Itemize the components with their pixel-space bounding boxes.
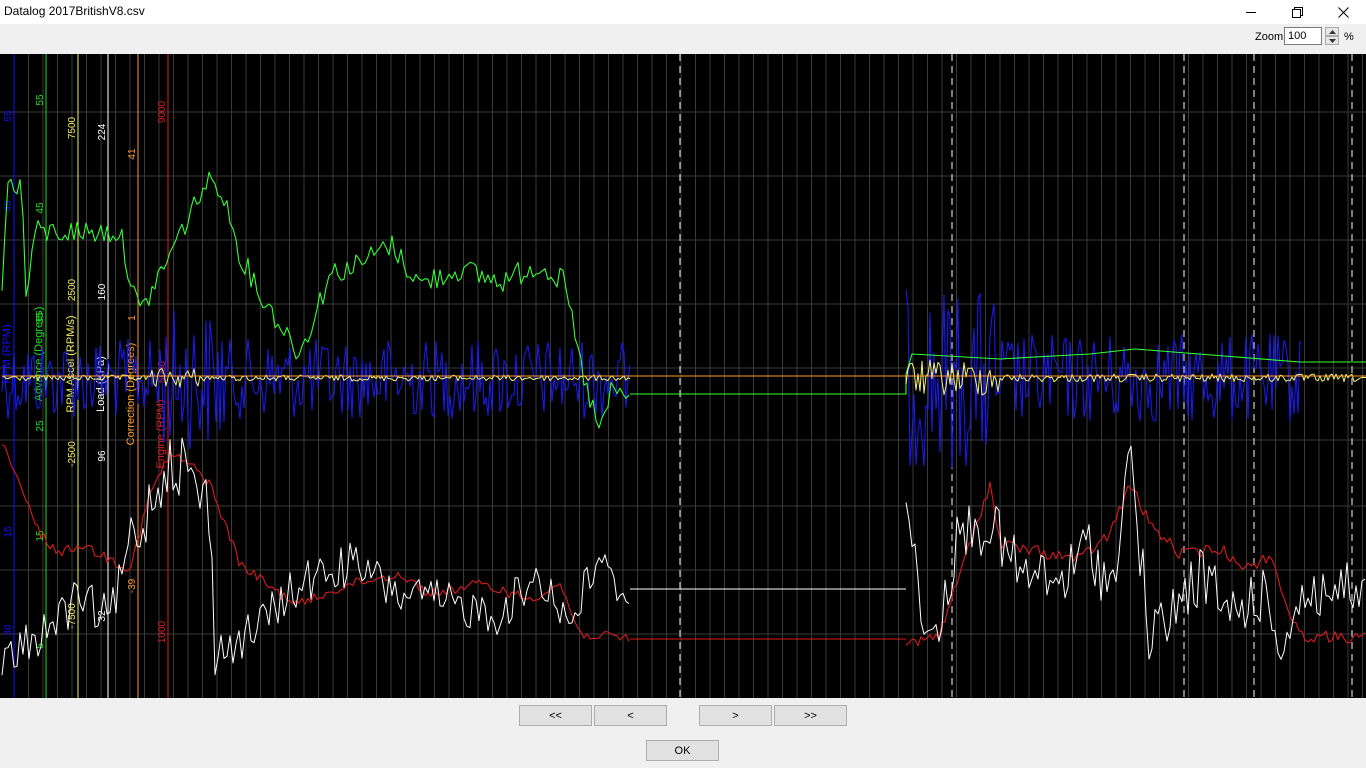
axis-tick-label: 15 [3,526,14,538]
axis-label: Advance (Degrees) [33,307,45,402]
axis-tick-label: 25 [35,420,46,432]
zoom-down-button[interactable] [1325,36,1339,45]
axis-tick-label: 7500 [67,116,78,139]
zoom-input[interactable] [1284,27,1322,45]
axis-tick-label: 30 [3,624,14,636]
chevron-down-icon [1328,38,1336,43]
restore-icon [1292,7,1303,18]
close-icon [1337,6,1349,18]
window-title: Datalog 2017BritishV8.csv [4,4,145,18]
title-bar: Datalog 2017BritishV8.csv [0,0,1366,24]
minimize-icon [1246,11,1256,13]
ok-button[interactable]: OK [646,740,719,761]
next-button[interactable]: > [699,705,772,726]
axis-tick-label: -39 [127,578,138,593]
axis-tick-label: 41 [127,148,138,160]
axis-tick-label: 45 [35,202,46,214]
last-page-button[interactable]: >> [774,705,847,726]
chevron-up-icon [1328,29,1336,34]
close-button[interactable] [1320,0,1366,24]
restore-button[interactable] [1274,0,1320,24]
axis-tick-label: 224 [97,123,108,140]
axis-tick-label: 160 [97,283,108,300]
axis-tick-label: 1 [127,315,138,321]
series-advance [1,171,1366,429]
zoom-spinner[interactable] [1325,27,1339,45]
axis-tick-label: 55 [3,110,14,122]
toolbar: Zoom % [0,24,1366,54]
zoom-label: Zoom [1255,31,1284,43]
datalog-chart[interactable]: 55 45 15 30 RPM (RPM) 55 45 35 25 15 5 Advance (Deg… [0,54,1366,698]
axis-tick-label: 1000 [157,620,168,643]
previous-button[interactable]: < [594,705,667,726]
axis-tick-label: 9000 [157,100,168,123]
minimize-button[interactable] [1228,0,1274,24]
axis-label: Engine (RPM) [155,399,167,468]
chart-canvas[interactable]: 55451530RPM (RPM)55453525155Advance (Deg… [0,54,1366,698]
axis-tick-label: 96 [97,450,108,462]
first-page-button[interactable]: << [519,705,592,726]
axis-tick-label: 55 [35,94,46,106]
zoom-up-button[interactable] [1325,27,1339,36]
series-engine [1,444,1366,647]
axis-tick-label: -2500 [67,441,78,467]
zoom-unit: % [1344,31,1354,43]
axis-tick-label: 2500 [67,278,78,301]
axis-tick-label: 45 [3,200,14,212]
